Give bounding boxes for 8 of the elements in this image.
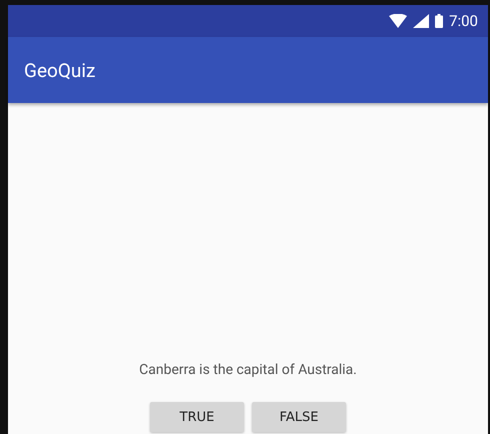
app-title: GeoQuiz [24, 58, 96, 82]
cell-signal-icon [413, 14, 430, 28]
status-time: 7:00 [449, 12, 478, 30]
battery-icon [435, 14, 444, 28]
answer-button[interactable]: FALSE [252, 402, 346, 432]
question-text: Canberra is the capital of Australia. [139, 362, 357, 378]
answer-button[interactable]: TRUE [150, 402, 244, 432]
wifi-icon [389, 14, 408, 28]
